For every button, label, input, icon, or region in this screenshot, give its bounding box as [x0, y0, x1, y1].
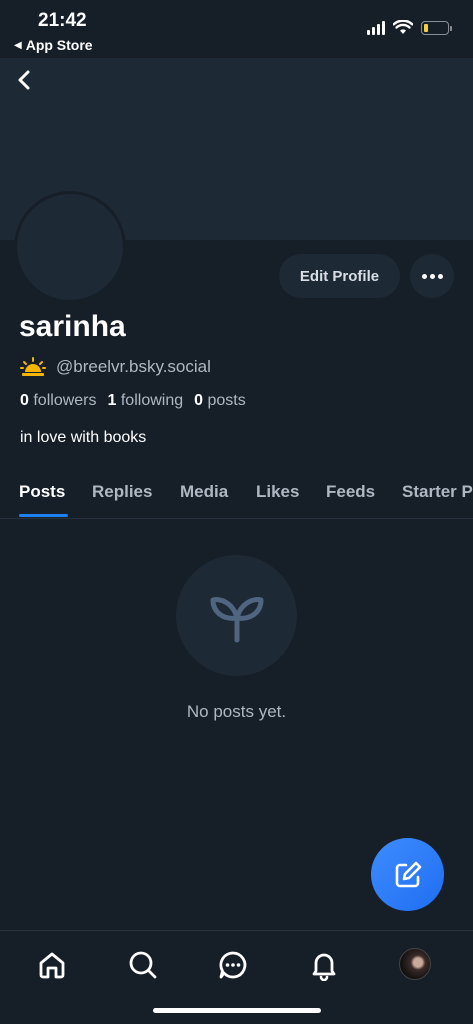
battery-icon — [421, 20, 452, 35]
status-bar: 21:42 ◀ App Store — [0, 0, 473, 58]
tab-feeds[interactable]: Feeds — [326, 482, 375, 502]
compose-button[interactable] — [371, 838, 444, 911]
ellipsis-icon[interactable] — [410, 254, 454, 298]
nav-home[interactable] — [35, 948, 69, 982]
handle-row: @breelvr.bsky.social — [20, 356, 211, 378]
chat-icon — [219, 951, 247, 979]
tab-likes[interactable]: Likes — [256, 482, 299, 502]
profile-bio: in love with books — [20, 429, 147, 446]
cellular-signal-icon — [367, 20, 385, 35]
profile-avatar[interactable] — [14, 191, 126, 303]
status-time: 21:42 — [38, 10, 87, 31]
nav-search[interactable] — [126, 948, 160, 982]
seedling-icon — [210, 596, 263, 642]
empty-state-message: No posts yet. — [186, 702, 287, 721]
back-triangle-icon: ◀ — [14, 39, 22, 51]
home-icon — [39, 952, 65, 979]
chevron-left-icon[interactable] — [14, 68, 34, 92]
nav-chat[interactable] — [216, 948, 250, 982]
home-indicator — [153, 1008, 321, 1013]
search-icon — [129, 951, 157, 979]
sunrise-icon — [20, 357, 46, 376]
status-icons — [367, 20, 452, 35]
handle: @breelvr.bsky.social — [56, 357, 211, 376]
back-to-app-store[interactable]: ◀ App Store — [14, 37, 93, 53]
followers-link[interactable]: 0 followers — [20, 392, 97, 410]
display-name: sarinha — [19, 310, 126, 343]
tab-starter-packs[interactable]: Starter Packs — [402, 482, 473, 502]
active-tab-indicator — [19, 514, 68, 517]
wifi-icon — [393, 20, 413, 34]
empty-state-icon-container — [176, 555, 297, 676]
nav-notifications[interactable] — [307, 948, 341, 982]
tab-media[interactable]: Media — [180, 482, 228, 502]
tab-posts[interactable]: Posts — [19, 482, 65, 502]
tab-replies[interactable]: Replies — [92, 482, 152, 502]
nav-profile-avatar[interactable] — [399, 948, 431, 980]
back-app-label: App Store — [25, 37, 93, 53]
following-link[interactable]: 1 following — [108, 392, 184, 410]
compose-icon — [395, 861, 421, 887]
posts-count: 0 posts — [194, 392, 246, 409]
profile-stats: 0 followers 1 following 0 posts — [20, 392, 246, 410]
profile-tabs: Posts Replies Media Likes Feeds Starter … — [0, 470, 473, 519]
edit-profile-button[interactable]: Edit Profile — [279, 254, 400, 298]
bell-icon — [312, 953, 336, 981]
